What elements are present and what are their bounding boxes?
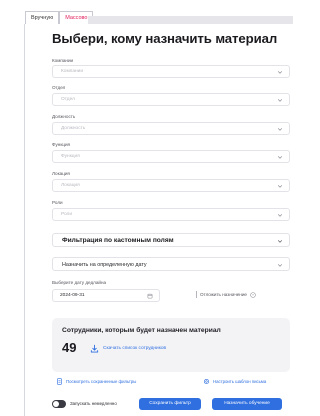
run-immediately-toggle[interactable] — [52, 400, 66, 408]
position-placeholder: Должность — [61, 126, 86, 131]
company-placeholder: Компании — [61, 69, 84, 74]
roles-label: Роли — [52, 200, 63, 205]
svg-text:?: ? — [252, 293, 254, 297]
chevron-down-icon — [277, 128, 283, 131]
defer-assignment-label: Отложить назначение — [200, 292, 247, 297]
chevron-down-icon — [277, 185, 283, 188]
download-icon — [90, 344, 99, 353]
location-select[interactable]: Локация — [52, 179, 290, 192]
mode-tabs: Вручную Массово — [25, 11, 94, 24]
position-select[interactable]: Должность — [52, 122, 290, 135]
custom-fields-filter[interactable]: Фильтрация по кастомным полям — [52, 233, 290, 247]
roles-select[interactable]: Роли — [52, 208, 290, 221]
location-placeholder: Локация — [61, 183, 80, 188]
chevron-down-icon — [277, 264, 283, 267]
location-label: Локация — [52, 171, 70, 176]
assign-mode-value: Назначить на определенную дату — [62, 262, 147, 268]
assign-training-button[interactable]: Назначить обучение — [212, 398, 282, 410]
saved-filters-link[interactable]: Посмотреть сохраненные фильтры — [56, 378, 136, 385]
header-stripe — [88, 16, 293, 24]
document-icon — [57, 378, 62, 385]
help-icon[interactable]: ? — [250, 291, 256, 298]
function-select[interactable]: Функция — [52, 150, 290, 163]
department-placeholder: Отдел — [61, 97, 75, 102]
gear-icon — [203, 378, 210, 385]
calendar-icon[interactable] — [147, 293, 153, 299]
deadline-date-value: 2024-09-31 — [60, 293, 85, 298]
function-label: Функция — [52, 142, 71, 147]
custom-fields-filter-label: Фильтрация по кастомным полям — [62, 237, 174, 244]
company-label: Компании — [52, 58, 74, 63]
assign-mode-select[interactable]: Назначить на определенную дату — [52, 257, 290, 271]
tab-manual[interactable]: Вручную — [25, 11, 60, 24]
save-filter-button[interactable]: Сохранить фильтр — [139, 398, 201, 410]
function-placeholder: Функция — [61, 154, 80, 159]
chevron-down-icon — [277, 156, 283, 159]
run-immediately-label: Запускать немедленно — [70, 401, 117, 406]
template-settings-label: Настроить шаблон письма — [213, 379, 267, 384]
department-label: Отдел — [52, 85, 66, 90]
chevron-down-icon — [277, 71, 283, 74]
defer-divider — [196, 291, 197, 298]
roles-placeholder: Роли — [61, 212, 73, 217]
page-title: Выбери, кому назначить материал — [52, 31, 278, 46]
employees-title: Сотрудники, которым будет назначен матер… — [62, 327, 221, 334]
chevron-down-icon — [277, 240, 283, 243]
template-settings-link[interactable]: Настроить шаблон письма — [203, 378, 266, 385]
chevron-down-icon — [277, 99, 283, 102]
employees-summary: Сотрудники, которым будет назначен матер… — [52, 318, 290, 372]
action-bar: Запускать немедленно Сохранить фильтр На… — [52, 388, 293, 416]
deadline-label: Выберите дату дедлайна — [52, 280, 107, 285]
employees-count: 49 — [62, 340, 77, 355]
top-bar: Вручную Массово — [0, 0, 293, 24]
chevron-down-icon — [277, 214, 283, 217]
toggle-knob — [53, 401, 59, 407]
company-select[interactable]: Компании — [52, 65, 290, 78]
position-label: Должность — [52, 114, 76, 119]
deadline-date-input[interactable]: 2024-09-31 — [52, 289, 160, 302]
download-employees-label: Скачать список сотрудников — [103, 346, 167, 351]
download-employees-link[interactable]: Скачать список сотрудников — [90, 344, 166, 353]
defer-assignment[interactable]: Отложить назначение ? — [196, 291, 256, 298]
saved-filters-label: Посмотреть сохраненные фильтры — [66, 379, 137, 384]
department-select[interactable]: Отдел — [52, 93, 290, 106]
